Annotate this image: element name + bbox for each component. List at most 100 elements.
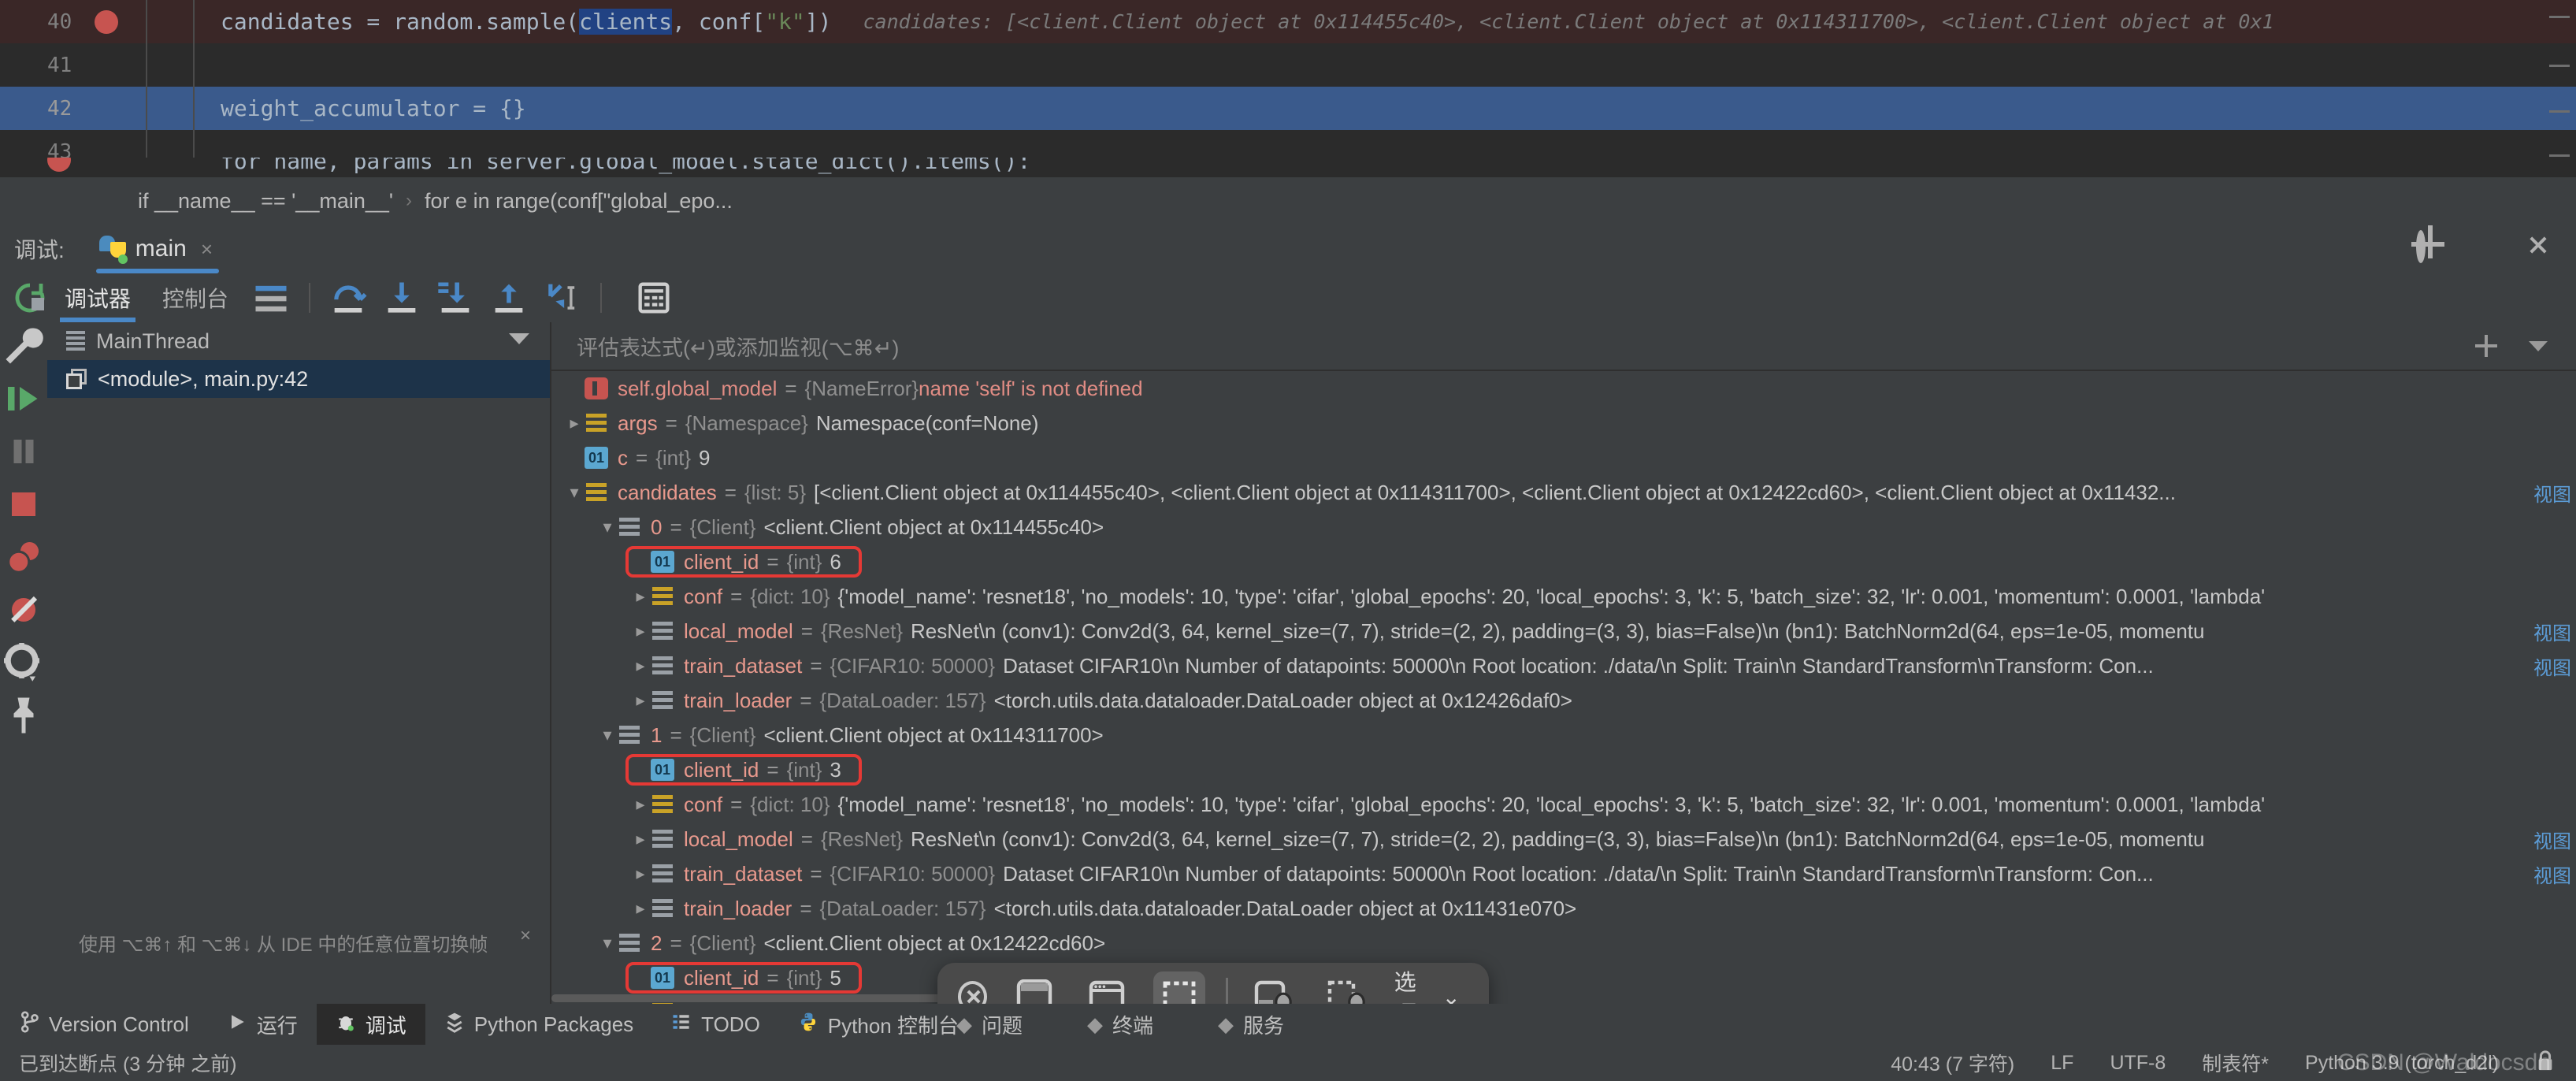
step-over-icon[interactable] bbox=[328, 277, 369, 318]
mute-breakpoints-icon[interactable] bbox=[0, 615, 47, 638]
view-link[interactable]: 视图 bbox=[2533, 618, 2571, 645]
tree-toggle-closed-icon[interactable] bbox=[630, 898, 651, 919]
close-icon[interactable]: × bbox=[520, 925, 531, 947]
resume-program-icon[interactable] bbox=[0, 403, 47, 427]
variable-row[interactable]: train_loader={DataLoader: 157}<torch.uti… bbox=[551, 683, 2576, 718]
code-line-42[interactable]: weight_accumulator = {} bbox=[158, 95, 526, 121]
thread-selector[interactable]: MainThread bbox=[47, 322, 550, 360]
view-link[interactable]: 视图 bbox=[2533, 652, 2571, 680]
show-frames-icon[interactable] bbox=[251, 277, 291, 318]
bottom-bar-item[interactable]: 调试 bbox=[317, 1004, 425, 1045]
evaluate-expression-icon[interactable] bbox=[633, 277, 674, 318]
close-icon[interactable] bbox=[2524, 235, 2552, 263]
variable-row[interactable]: candidates={list: 5}[<client.Client obje… bbox=[551, 475, 2576, 510]
plus-icon[interactable] bbox=[2475, 335, 2497, 357]
chevron-down-icon[interactable] bbox=[2529, 341, 2548, 351]
variable-row[interactable]: 2={Client}<client.Client object at 0x124… bbox=[551, 926, 2576, 960]
tree-toggle-closed-icon[interactable] bbox=[564, 413, 585, 433]
debug-session-tab-main[interactable]: main × bbox=[88, 225, 224, 273]
variable-row[interactable]: conf={dict: 10}{'model_name': 'resnet18'… bbox=[551, 787, 2576, 822]
variable-row[interactable]: local_model={ResNet}ResNet\n (conv1): Co… bbox=[551, 822, 2576, 856]
bottom-bar-item[interactable]: TODO bbox=[652, 1004, 779, 1045]
variable-row[interactable]: train_dataset={CIFAR10: 50000}Dataset CI… bbox=[551, 856, 2576, 891]
settings-icon[interactable] bbox=[0, 667, 47, 691]
variable-row[interactable]: train_dataset={CIFAR10: 50000}Dataset CI… bbox=[551, 648, 2576, 683]
toolwindow-tab[interactable]: ◆服务 bbox=[1199, 1004, 1303, 1045]
editor-line-41[interactable]: 41 bbox=[0, 43, 2576, 87]
view-link[interactable]: 视图 bbox=[2533, 479, 2571, 507]
view-link[interactable]: 视图 bbox=[2533, 826, 2571, 853]
view-breakpoints-icon[interactable] bbox=[0, 562, 47, 585]
force-step-into-icon[interactable] bbox=[435, 277, 476, 318]
pause-program-icon[interactable] bbox=[0, 456, 47, 480]
tab-debugger[interactable]: 调试器 bbox=[49, 273, 147, 322]
tree-toggle-closed-icon[interactable] bbox=[630, 586, 651, 607]
breakpoint-icon-2[interactable] bbox=[47, 158, 71, 172]
bottom-bar-item[interactable]: Python Packages bbox=[425, 1004, 652, 1045]
bottom-bar-item[interactable]: Version Control bbox=[0, 1004, 208, 1045]
equals-sign: = bbox=[670, 723, 681, 748]
editor-line-42[interactable]: 42 weight_accumulator = {} bbox=[0, 87, 2576, 130]
editor-gutter-42[interactable]: 42 bbox=[0, 87, 158, 130]
breadcrumb-item-0[interactable]: if __name__ == '__main__' bbox=[138, 189, 393, 214]
evaluate-expression-bar[interactable]: 评估表达式(↵)或添加监视(⌥⌘↵) bbox=[551, 322, 2576, 371]
tree-toggle-closed-icon[interactable] bbox=[630, 656, 651, 676]
variable-row[interactable]: 01client_id={int}3 bbox=[551, 752, 2576, 787]
tree-toggle-closed-icon[interactable] bbox=[630, 864, 651, 884]
selected-token[interactable]: clients bbox=[579, 9, 672, 35]
tree-toggle-open-icon[interactable] bbox=[597, 725, 618, 745]
variables-tree[interactable]: self.global_model={NameError}name 'self'… bbox=[551, 371, 2576, 1004]
gear-icon[interactable] bbox=[2414, 235, 2442, 263]
rerun-icon[interactable] bbox=[11, 279, 49, 317]
variable-row[interactable]: 0={Client}<client.Client object at 0x114… bbox=[551, 510, 2576, 544]
code-line-40[interactable]: candidates = random.sample(clients, conf… bbox=[158, 9, 831, 35]
variables-panel[interactable]: 评估表达式(↵)或添加监视(⌥⌘↵) self.global_model={Na… bbox=[551, 322, 2576, 1004]
editor-line-40[interactable]: 40 candidates = random.sample(clients, c… bbox=[0, 0, 2576, 43]
variable-row[interactable]: conf={dict: 10}{'model_name': 'resnet18'… bbox=[551, 579, 2576, 614]
step-into-icon[interactable] bbox=[381, 277, 422, 318]
step-out-icon[interactable] bbox=[488, 277, 529, 318]
variable-row[interactable]: train_loader={DataLoader: 157}<torch.uti… bbox=[551, 891, 2576, 926]
stack-frame-row[interactable]: <module>, main.py:42 bbox=[47, 360, 550, 398]
toolwindow-tab[interactable]: ◆问题 bbox=[937, 1004, 1041, 1045]
indent-setting[interactable]: 制表符* bbox=[2202, 1049, 2269, 1077]
variable-row[interactable]: 01client_id={int}6 bbox=[551, 544, 2576, 579]
variable-row[interactable]: args={Namespace}Namespace(conf=None) bbox=[551, 406, 2576, 440]
tree-toggle-closed-icon[interactable] bbox=[630, 829, 651, 849]
pin-icon[interactable] bbox=[0, 720, 47, 744]
breakpoint-icon[interactable] bbox=[95, 10, 118, 34]
variable-row[interactable]: 01client_id={int}5 bbox=[551, 960, 2576, 995]
caret-position[interactable]: 40:43 (7 字符) bbox=[1891, 1049, 2014, 1077]
tree-toggle-open-icon[interactable] bbox=[597, 517, 618, 537]
code-editor[interactable]: 40 candidates = random.sample(clients, c… bbox=[0, 0, 2576, 177]
chevron-down-icon[interactable] bbox=[509, 333, 529, 344]
variable-row[interactable]: 01c={int}9 bbox=[551, 440, 2576, 475]
tab-console[interactable]: 控制台 bbox=[147, 273, 244, 322]
variable-row[interactable]: local_model={ResNet}ResNet\n (conv1): Co… bbox=[551, 614, 2576, 648]
view-link[interactable]: 视图 bbox=[2533, 860, 2571, 888]
editor-scrollbar-marks[interactable] bbox=[2544, 0, 2576, 177]
tree-toggle-open-icon[interactable] bbox=[597, 933, 618, 953]
line-separator[interactable]: LF bbox=[2051, 1052, 2073, 1075]
toolwindow-tab[interactable]: ◆终端 bbox=[1068, 1004, 1172, 1045]
editor-gutter[interactable]: 40 bbox=[0, 0, 158, 43]
wrench-icon[interactable] bbox=[0, 351, 47, 374]
breadcrumb-item-1[interactable]: for e in range(conf["global_epo... bbox=[425, 189, 733, 214]
tree-toggle-closed-icon[interactable] bbox=[630, 794, 651, 815]
tree-toggle-closed-icon[interactable] bbox=[630, 690, 651, 711]
editor-partial-line[interactable]: for name, params in server.global_model.… bbox=[0, 158, 2576, 177]
frames-panel[interactable]: MainThread <module>, main.py:42 使用 ⌥⌘↑ 和… bbox=[47, 322, 551, 1004]
file-encoding[interactable]: UTF-8 bbox=[2110, 1052, 2166, 1075]
variable-row[interactable]: self.global_model={NameError}name 'self'… bbox=[551, 371, 2576, 406]
editor-gutter-41[interactable]: 41 bbox=[0, 43, 158, 87]
variable-row[interactable]: 1={Client}<client.Client object at 0x114… bbox=[551, 718, 2576, 752]
bottom-bar-item[interactable]: 运行 bbox=[208, 1004, 317, 1045]
tree-toggle-open-icon[interactable] bbox=[564, 482, 585, 503]
run-to-cursor-icon[interactable] bbox=[542, 277, 583, 318]
evaluate-expression-placeholder[interactable]: 评估表达式(↵)或添加监视(⌥⌘↵) bbox=[577, 331, 899, 362]
stop-icon[interactable] bbox=[0, 509, 47, 533]
breadcrumb[interactable]: if __name__ == '__main__' › for e in ran… bbox=[0, 177, 2576, 225]
close-icon[interactable]: × bbox=[201, 237, 213, 262]
tree-toggle-closed-icon[interactable] bbox=[630, 621, 651, 641]
minimize-icon[interactable] bbox=[2469, 235, 2497, 263]
